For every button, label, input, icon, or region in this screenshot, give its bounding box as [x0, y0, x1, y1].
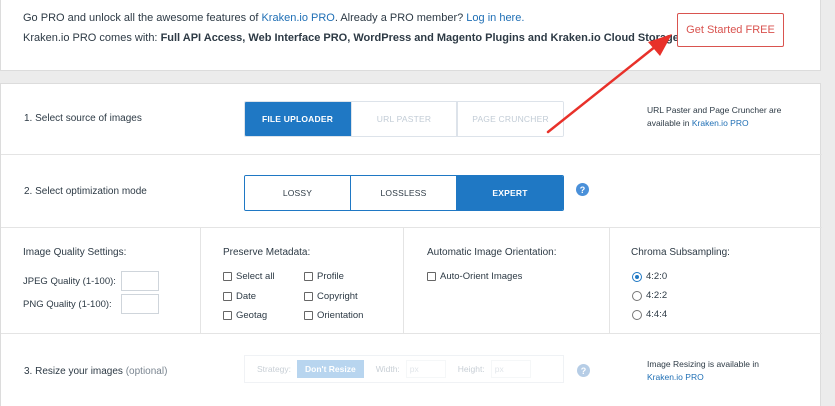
resize-label-text: 3. Resize your images — [24, 366, 126, 377]
login-link[interactable]: Log in here. — [466, 12, 524, 24]
source-pro-note: URL Paster and Page Cruncher are availab… — [647, 104, 817, 130]
mode-step-label: 2. Select optimization mode — [24, 186, 147, 197]
checkbox-box — [223, 272, 232, 281]
lossless-tab[interactable]: LOSSLESS — [351, 176, 457, 210]
copyright-checkbox[interactable]: Copyright — [304, 291, 358, 302]
orientation-checkbox[interactable]: Orientation — [304, 310, 363, 321]
checkbox-box — [304, 292, 313, 301]
checkbox-box — [304, 272, 313, 281]
checkbox-label: Date — [236, 291, 257, 302]
jpeg-quality-input[interactable] — [121, 271, 159, 291]
auto-orientation-column: Automatic Image Orientation: Auto-Orient… — [404, 228, 610, 334]
optional-label: (optional) — [125, 366, 168, 377]
metadata-title: Preserve Metadata: — [223, 247, 311, 258]
quality-title: Image Quality Settings: — [23, 247, 127, 258]
height-label: Height: — [457, 364, 485, 374]
chroma-420-radio[interactable]: 4:2:0 — [632, 271, 667, 282]
geotag-checkbox[interactable]: Geotag — [223, 310, 267, 321]
orientation-title: Automatic Image Orientation: — [427, 247, 557, 258]
checkbox-box — [223, 292, 232, 301]
chroma-444-radio[interactable]: 4:4:4 — [632, 309, 667, 320]
radio-label: 4:2:0 — [646, 271, 668, 282]
promo-text: Go PRO and unlock all the awesome featur… — [23, 12, 262, 24]
select-all-checkbox[interactable]: Select all — [223, 271, 275, 282]
chroma-422-radio[interactable]: 4:2:2 — [632, 290, 667, 301]
checkbox-box — [304, 311, 313, 320]
file-uploader-tab[interactable]: FILE UPLOADER — [245, 102, 351, 136]
profile-checkbox[interactable]: Profile — [304, 271, 344, 282]
date-checkbox[interactable]: Date — [223, 291, 256, 302]
promo-text: . Already a PRO member? — [334, 12, 467, 24]
width-input: px — [405, 360, 446, 378]
height-input: px — [490, 360, 531, 378]
image-quality-column: Image Quality Settings: JPEG Quality (1-… — [1, 228, 201, 334]
checkbox-label: Orientation — [317, 310, 364, 321]
chroma-subsampling-column: Chroma Subsampling: 4:2:0 4:2:2 4:4:4 — [610, 228, 822, 334]
radio-label: 4:4:4 — [646, 309, 668, 320]
source-step-label: 1. Select source of images — [24, 113, 142, 124]
expert-tab[interactable]: EXPERT — [457, 176, 563, 210]
optimization-mode-selector: LOSSY LOSSLESS EXPERT — [244, 175, 564, 211]
width-label: Width: — [375, 364, 400, 374]
pro-promo-banner: Go PRO and unlock all the awesome featur… — [0, 0, 821, 71]
promo-text: Kraken.io PRO comes with: — [23, 32, 161, 44]
resize-help-icon[interactable]: ? — [577, 364, 590, 377]
radio-label: 4:2:2 — [646, 290, 668, 301]
checkbox-label: Copyright — [317, 291, 358, 302]
radio-dot — [632, 271, 642, 282]
png-quality-input[interactable] — [121, 294, 159, 314]
source-selector: FILE UPLOADER URL PASTER PAGE CRUNCHER — [244, 101, 564, 137]
strategy-label: Strategy: — [257, 364, 292, 374]
checkbox-box — [427, 272, 436, 281]
checkbox-box — [223, 311, 232, 320]
checkbox-label: Profile — [317, 271, 344, 282]
optimization-settings-panel: 1. Select source of images FILE UPLOADER… — [0, 83, 822, 406]
checkbox-label: Auto-Orient Images — [440, 271, 523, 282]
promo-line-1: Go PRO and unlock all the awesome featur… — [23, 12, 524, 24]
note-text: Image Resizing is available in — [647, 359, 759, 369]
resize-step-label: 3. Resize your images (optional) — [24, 366, 167, 377]
jpeg-quality-label: JPEG Quality (1-100): — [23, 276, 116, 287]
resize-pro-note: Image Resizing is available in Kraken.io… — [647, 358, 787, 384]
radio-dot — [632, 290, 642, 301]
mode-help-icon[interactable]: ? — [576, 183, 589, 196]
promo-line-2: Kraken.io PRO comes with: Full API Acces… — [23, 32, 682, 44]
radio-dot — [632, 309, 642, 320]
png-quality-label: PNG Quality (1-100): — [23, 299, 112, 310]
get-started-free-button[interactable]: Get Started FREE — [677, 13, 784, 47]
checkbox-label: Geotag — [236, 310, 268, 321]
preserve-metadata-column: Preserve Metadata: Select all Profile Da… — [201, 228, 404, 334]
kraken-pro-link[interactable]: Kraken.io PRO — [261, 12, 334, 24]
kraken-pro-link[interactable]: Kraken.io PRO — [692, 118, 749, 128]
checkbox-label: Select all — [236, 271, 275, 282]
auto-orient-checkbox[interactable]: Auto-Orient Images — [427, 271, 522, 282]
kraken-pro-link[interactable]: Kraken.io PRO — [647, 372, 704, 382]
pro-features-text: Full API Access, Web Interface PRO, Word… — [160, 32, 682, 44]
strategy-select: Don't Resize — [297, 360, 364, 378]
url-paster-tab[interactable]: URL PASTER — [351, 102, 457, 136]
chroma-title: Chroma Subsampling: — [631, 247, 730, 258]
lossy-tab[interactable]: LOSSY — [245, 176, 351, 210]
resize-controls-disabled: Strategy: Don't Resize Width: px Height:… — [244, 355, 564, 383]
page-cruncher-tab[interactable]: PAGE CRUNCHER — [457, 102, 563, 136]
